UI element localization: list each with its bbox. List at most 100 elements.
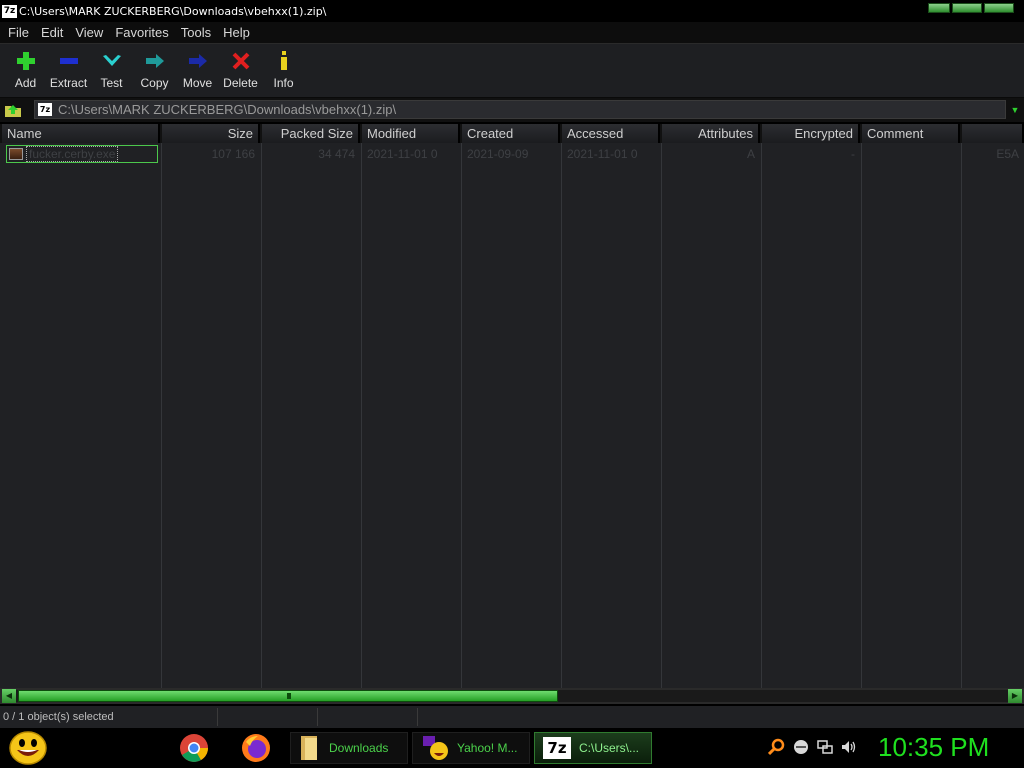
file-list: Name Size Packed Size Modified Created A… [0, 124, 1024, 688]
exe-file-icon [9, 148, 23, 160]
column-headers: Name Size Packed Size Modified Created A… [0, 124, 1024, 143]
delete-button[interactable]: Delete [219, 44, 262, 98]
file-created: 2021-09-09 [467, 147, 529, 161]
status-segment [420, 708, 1024, 726]
move-button[interactable]: Move [176, 44, 219, 98]
column-header-name[interactable]: Name [2, 124, 160, 143]
horizontal-scrollbar[interactable]: ◀ ▶ [0, 688, 1024, 704]
menu-edit[interactable]: Edit [35, 22, 69, 44]
taskbar-clock[interactable]: 10:35 PM [878, 732, 989, 763]
column-divider [461, 143, 462, 688]
status-selection: 0 / 1 object(s) selected [0, 708, 218, 726]
downloads-taskbar-button[interactable]: Downloads [290, 732, 408, 764]
extract-button[interactable]: Extract [47, 44, 90, 98]
7zip-window-label: C:\Users\... [579, 741, 640, 755]
downloads-label: Downloads [329, 741, 389, 755]
plus-icon [16, 52, 35, 70]
firefox-taskbar-button[interactable] [240, 732, 272, 764]
file-encrypted: - [851, 147, 855, 161]
scroll-thumb[interactable] [18, 690, 558, 702]
file-packed-size: 34 474 [318, 147, 355, 161]
chrome-taskbar-button[interactable] [178, 732, 210, 764]
status-bar: 0 / 1 object(s) selected [0, 706, 1024, 728]
address-path: C:\Users\MARK ZUCKERBERG\Downloads\vbehx… [58, 102, 397, 117]
yahoo-messenger-icon [423, 736, 448, 760]
column-divider [861, 143, 862, 688]
menu-tools[interactable]: Tools [175, 22, 217, 44]
address-dropdown-button[interactable]: ▼ [1008, 102, 1022, 118]
column-divider [361, 143, 362, 688]
network-icon[interactable] [816, 738, 834, 756]
up-folder-button[interactable] [0, 99, 26, 121]
close-button[interactable] [984, 3, 1014, 13]
column-header-comment[interactable]: Comment [862, 124, 960, 143]
menu-file[interactable]: File [2, 22, 35, 44]
firefox-icon [242, 734, 270, 762]
copy-label: Copy [140, 76, 169, 90]
toolbar: Add Extract Test Copy Move Delete Info [0, 44, 1024, 98]
menu-view[interactable]: View [69, 22, 109, 44]
delete-label: Delete [223, 76, 258, 90]
menu-favorites[interactable]: Favorites [109, 22, 174, 44]
column-header-created[interactable]: Created [462, 124, 560, 143]
arrow-right-icon [188, 54, 207, 68]
archive-icon: 7z [38, 103, 52, 116]
table-row[interactable]: fucker.cerby.exe 107 166 34 474 2021-11-… [0, 145, 1024, 163]
scroll-grip [287, 693, 291, 699]
copy-button[interactable]: Copy [133, 44, 176, 98]
column-divider [561, 143, 562, 688]
test-button[interactable]: Test [90, 44, 133, 98]
address-field[interactable]: 7z C:\Users\MARK ZUCKERBERG\Downloads\vb… [34, 100, 1006, 119]
7zip-taskbar-button[interactable]: 7z C:\Users\... [534, 732, 652, 764]
column-divider [761, 143, 762, 688]
column-divider [261, 143, 262, 688]
move-label: Move [182, 76, 213, 90]
column-header-accessed[interactable]: Accessed [562, 124, 660, 143]
scroll-right-button[interactable]: ▶ [1008, 689, 1022, 703]
column-header-packed-size[interactable]: Packed Size [262, 124, 360, 143]
volume-icon[interactable] [840, 738, 858, 756]
column-header-size[interactable]: Size [162, 124, 260, 143]
status-segment [320, 708, 418, 726]
yahoo-messenger-taskbar-button[interactable]: Yahoo! M... [412, 732, 530, 764]
arrow-right-icon: ▶ [1011, 691, 1019, 700]
column-header-crc[interactable] [962, 124, 1024, 143]
address-bar: 7z C:\Users\MARK ZUCKERBERG\Downloads\vb… [0, 98, 1024, 122]
messenger-status-icon[interactable] [792, 738, 810, 756]
add-button[interactable]: Add [4, 44, 47, 98]
test-label: Test [100, 76, 123, 90]
window-controls [928, 3, 1014, 13]
info-label: Info [273, 76, 294, 90]
title-bar: 7z C:\Users\MARK ZUCKERBERG\Downloads\vb… [0, 0, 1024, 22]
file-size: 107 166 [211, 147, 255, 161]
maximize-button[interactable] [952, 3, 982, 13]
start-button[interactable] [8, 731, 48, 765]
menu-bar: File Edit View Favorites Tools Help [0, 22, 1024, 44]
file-attributes: A [746, 147, 755, 161]
menu-help[interactable]: Help [217, 22, 256, 44]
info-button[interactable]: Info [262, 44, 305, 98]
file-name-cell[interactable]: fucker.cerby.exe [6, 145, 158, 163]
chrome-icon [180, 734, 208, 762]
file-modified: 2021-11-01 0 [367, 147, 438, 161]
column-divider [961, 143, 962, 688]
column-header-attributes[interactable]: Attributes [662, 124, 760, 143]
scroll-left-button[interactable]: ◀ [2, 689, 16, 703]
file-accessed: 2021-11-01 0 [567, 147, 638, 161]
file-crc: E5A [996, 147, 1019, 161]
column-header-encrypted[interactable]: Encrypted [762, 124, 860, 143]
7zip-icon: 7z [543, 737, 571, 759]
chevron-down-icon: ▼ [1010, 105, 1020, 115]
yahoo-messenger-label: Yahoo! M... [457, 741, 518, 755]
file-name: fucker.cerby.exe [26, 146, 119, 162]
folder-up-icon [5, 105, 21, 117]
column-header-modified[interactable]: Modified [362, 124, 460, 143]
extract-label: Extract [49, 76, 88, 90]
system-tray [767, 738, 858, 756]
x-icon [232, 52, 249, 70]
arrow-left-icon: ◀ [5, 691, 13, 700]
search-icon[interactable] [767, 738, 786, 756]
window-title: C:\Users\MARK ZUCKERBERG\Downloads\vbehx… [19, 4, 327, 18]
file-comment [862, 145, 960, 163]
minimize-button[interactable] [928, 3, 950, 13]
